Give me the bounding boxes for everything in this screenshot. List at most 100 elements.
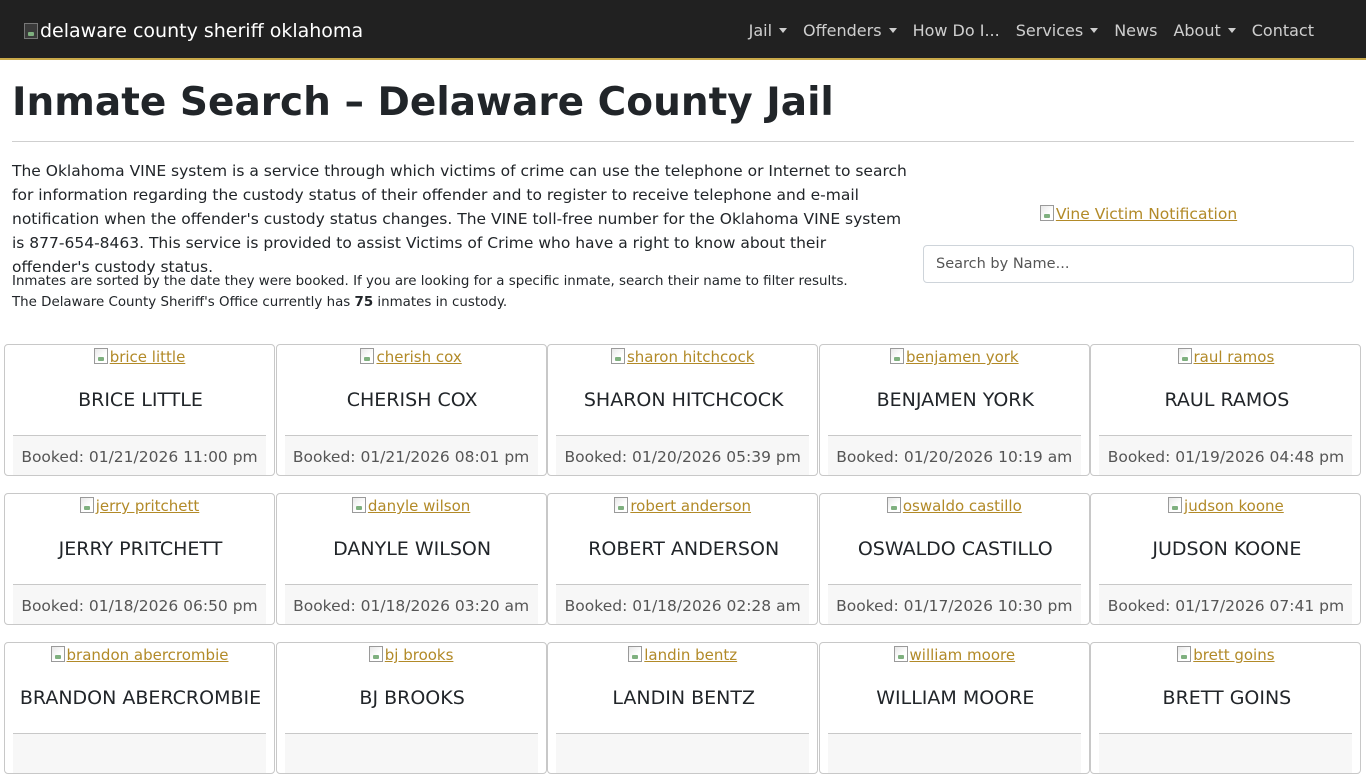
inmate-photo-alt-text: judson koone xyxy=(1184,497,1284,515)
inmate-card[interactable]: landin bentz LANDIN BENTZ xyxy=(547,642,819,774)
broken-image-icon xyxy=(93,348,108,364)
vine-notification-link[interactable]: Vine Victim Notification xyxy=(923,205,1354,223)
broken-image-icon xyxy=(368,646,383,662)
inmate-photo-link[interactable]: brice little xyxy=(5,348,274,366)
booking-date: Booked: 01/18/2026 06:50 pm xyxy=(13,584,266,624)
inmate-card[interactable]: bj brooks BJ BROOKS xyxy=(275,642,547,774)
inmate-name[interactable]: SHARON HITCHCOCK xyxy=(558,388,809,412)
nav-item-label: Jail xyxy=(748,20,773,40)
broken-image-icon xyxy=(893,646,908,662)
booking-date: Booked: 01/18/2026 02:28 am xyxy=(556,584,810,624)
booking-date: Booked: 01/18/2026 03:20 am xyxy=(284,584,538,624)
inmate-photo-alt-text: oswaldo castillo xyxy=(902,497,1022,515)
inmate-name[interactable]: BRETT GOINS xyxy=(1101,686,1352,710)
inmate-name[interactable]: BENJAMEN YORK xyxy=(830,388,1081,412)
nav-item-services[interactable]: Services xyxy=(1008,21,1106,40)
inmate-photo-link[interactable]: brett goins xyxy=(1091,646,1360,664)
nav-item-label: About xyxy=(1173,20,1221,40)
inmate-photo-link[interactable]: benjamen york xyxy=(820,348,1089,366)
booking-date: Booked: 01/20/2026 05:39 pm xyxy=(556,435,810,475)
custody-count-suffix: inmates in custody. xyxy=(373,295,508,310)
inmate-card[interactable]: oswaldo castillo OSWALDO CASTILLO Booked: … xyxy=(818,493,1090,625)
inmate-photo-link[interactable]: brandon abercrombie xyxy=(5,646,274,664)
nav-item-jail[interactable]: Jail xyxy=(741,21,795,40)
inmate-card[interactable]: robert anderson ROBERT ANDERSON Booked: 01… xyxy=(547,493,819,625)
nav-item-label: Contact xyxy=(1251,20,1314,40)
broken-image-icon xyxy=(1039,205,1054,221)
booking-date: Booked: 01/17/2026 10:30 pm xyxy=(827,584,1081,624)
nav-item-label: How Do I... xyxy=(912,20,1000,40)
inmate-name[interactable]: CHERISH COX xyxy=(287,388,538,412)
nav-item-how-do-i[interactable]: How Do I... xyxy=(905,21,1008,40)
inmate-card[interactable]: brandon abercrombie BRANDON ABERCROMBIE xyxy=(4,642,275,774)
site-logo-link[interactable]: delaware county sheriff oklahoma xyxy=(24,16,363,46)
broken-image-icon xyxy=(889,348,904,364)
inmate-card[interactable]: raul ramos RAUL RAMOS Booked: 01/19/2026 0… xyxy=(1090,344,1362,476)
inmate-name[interactable]: JUDSON KOONE xyxy=(1101,537,1352,561)
custody-count-line: The Delaware County Sheriff's Office cur… xyxy=(12,292,907,313)
booking-date: Booked: 01/21/2026 08:01 pm xyxy=(284,435,538,475)
top-navbar: delaware county sheriff oklahoma Jail Of… xyxy=(0,0,1366,60)
inmate-photo-alt-text: sharon hitchcock xyxy=(626,348,755,366)
inmate-photo-alt-text: cherish cox xyxy=(376,348,462,366)
inmate-photo-link[interactable]: oswaldo castillo xyxy=(820,497,1089,515)
search-by-name-input[interactable] xyxy=(923,245,1354,283)
inmate-photo-link[interactable]: robert anderson xyxy=(548,497,817,515)
broken-image-icon xyxy=(1177,646,1192,662)
inmate-name[interactable]: OSWALDO CASTILLO xyxy=(830,537,1081,561)
inmate-card[interactable]: cherish cox CHERISH COX Booked: 01/21/2026… xyxy=(275,344,547,476)
inmate-name[interactable]: BRANDON ABERCROMBIE xyxy=(15,686,266,710)
inmate-photo-link[interactable]: danyle wilson xyxy=(277,497,546,515)
inmate-photo-link[interactable]: judson koone xyxy=(1091,497,1360,515)
inmate-name[interactable]: JERRY PRITCHETT xyxy=(15,537,266,561)
inmate-card[interactable]: judson koone JUDSON KOONE Booked: 01/17/20… xyxy=(1090,493,1362,625)
inmate-photo-link[interactable]: william moore xyxy=(820,646,1089,664)
booking-date: Booked: 01/20/2026 10:19 am xyxy=(827,435,1081,475)
nav-item-contact[interactable]: Contact xyxy=(1244,21,1322,40)
vine-image-alt-text: Vine Victim Notification xyxy=(1055,205,1238,223)
broken-image-icon xyxy=(24,23,38,39)
broken-image-icon xyxy=(79,497,94,513)
inmate-name[interactable]: DANYLE WILSON xyxy=(287,537,538,561)
inmate-photo-link[interactable]: sharon hitchcock xyxy=(548,348,817,366)
inmate-sort-note: Inmates are sorted by the date they were… xyxy=(12,271,907,313)
booking-date: Booked: 01/17/2026 07:41 pm xyxy=(1099,584,1353,624)
nav-item-offenders[interactable]: Offenders xyxy=(795,21,905,40)
inmate-card[interactable]: brice little BRICE LITTLE Booked: 01/21/20… xyxy=(4,344,275,476)
inmate-card[interactable]: danyle wilson DANYLE WILSON Booked: 01/18/… xyxy=(275,493,547,625)
inmate-card[interactable]: benjamen york BENJAMEN YORK Booked: 01/20/… xyxy=(818,344,1090,476)
inmate-name[interactable]: RAUL RAMOS xyxy=(1101,388,1352,412)
inmate-photo-alt-text: raul ramos xyxy=(1193,348,1275,366)
nav-item-label: News xyxy=(1114,20,1158,40)
inmate-name[interactable]: ROBERT ANDERSON xyxy=(558,537,809,561)
nav-item-label: Services xyxy=(1015,20,1084,40)
inmate-name[interactable]: WILLIAM MOORE xyxy=(830,686,1081,710)
inmate-name[interactable]: LANDIN BENTZ xyxy=(558,686,809,710)
nav-item-about[interactable]: About xyxy=(1165,21,1243,40)
inmate-photo-link[interactable]: jerry pritchett xyxy=(5,497,274,515)
inmate-card[interactable]: jerry pritchett JERRY PRITCHETT Booked: 01… xyxy=(4,493,275,625)
inmate-photo-link[interactable]: landin bentz xyxy=(548,646,817,664)
inmate-name[interactable]: BJ BROOKS xyxy=(287,686,538,710)
broken-image-icon xyxy=(610,348,625,364)
inmate-photo-link[interactable]: cherish cox xyxy=(277,348,546,366)
site-logo-alt-text: delaware county sheriff oklahoma xyxy=(40,20,364,42)
broken-image-icon xyxy=(351,497,366,513)
chevron-down-icon xyxy=(888,27,897,33)
inmate-photo-alt-text: brett goins xyxy=(1193,646,1275,664)
inmate-photo-link[interactable]: bj brooks xyxy=(277,646,546,664)
inmate-count: 75 xyxy=(354,295,374,310)
inmate-photo-alt-text: robert anderson xyxy=(630,497,752,515)
broken-image-icon xyxy=(614,497,629,513)
page-title: Inmate Search – Delaware County Jail xyxy=(12,80,834,125)
nav-item-news[interactable]: News xyxy=(1106,21,1165,40)
inmate-card[interactable]: brett goins BRETT GOINS xyxy=(1090,642,1362,774)
inmate-name[interactable]: BRICE LITTLE xyxy=(15,388,266,412)
nav-menu: Jail Offenders How Do I... Services News… xyxy=(741,0,1322,60)
broken-image-icon xyxy=(50,646,65,662)
inmate-card[interactable]: william moore WILLIAM MOORE xyxy=(818,642,1090,774)
inmate-photo-link[interactable]: raul ramos xyxy=(1091,348,1360,366)
chevron-down-icon xyxy=(1227,27,1236,33)
nav-item-label: Offenders xyxy=(803,20,882,40)
inmate-card[interactable]: sharon hitchcock SHARON HITCHCOCK Booked: … xyxy=(547,344,819,476)
